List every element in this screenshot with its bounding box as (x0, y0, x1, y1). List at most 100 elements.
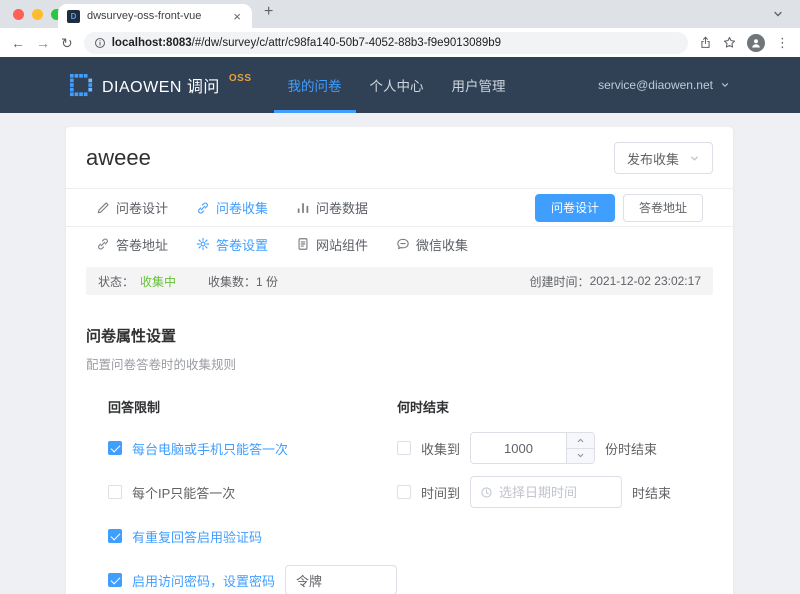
tab-title: dwsurvey-oss-front-vue (87, 10, 231, 22)
access-password-input[interactable] (285, 565, 397, 594)
chart-icon (296, 201, 310, 215)
end-time-value-input[interactable] (499, 485, 612, 500)
limit-row-ip-once: 每个IP只能答一次 (108, 476, 397, 508)
access-password-label[interactable]: 启用访问密码，设置密码 (132, 571, 275, 590)
back-icon[interactable]: ← (11, 36, 25, 50)
app-header: DIAOWEN 调问 OSS 我的问卷 个人中心 用户管理 service@di… (0, 57, 800, 113)
spinner-up-icon[interactable] (567, 433, 594, 449)
spinner-down-icon[interactable] (567, 449, 594, 464)
end-by-time-checkbox[interactable] (397, 485, 411, 499)
document-icon (296, 237, 310, 251)
gear-icon (196, 237, 210, 251)
brand[interactable]: DIAOWEN 调问 OSS (70, 73, 252, 97)
window-controls (13, 9, 62, 20)
end-time-suffix: 时结束 (632, 483, 671, 502)
ip-once-checkbox[interactable] (108, 485, 122, 499)
url-text: localhost:8083/#/dw/survey/c/attr/c98fa1… (112, 37, 501, 49)
browser-toolbar: ← → ↻ localhost:8083/#/dw/survey/c/attr/… (0, 28, 800, 57)
device-once-checkbox[interactable] (108, 441, 122, 455)
attr-section-subtitle: 配置问卷答卷时的收集规则 (86, 354, 713, 373)
share-icon[interactable] (699, 36, 712, 49)
tab-label: 问卷收集 (216, 198, 268, 217)
oss-badge: OSS (229, 73, 252, 84)
design-button[interactable]: 问卷设计 (535, 194, 615, 222)
attr-section-title: 问卷属性设置 (86, 325, 713, 346)
attr-section-header: 问卷属性设置 配置问卷答卷时的收集规则 (66, 295, 733, 373)
tab-label: 微信收集 (416, 235, 468, 254)
bookmark-star-icon[interactable] (723, 36, 736, 49)
access-password-checkbox[interactable] (108, 573, 122, 587)
clock-icon (480, 486, 493, 499)
tab-wechat-collect[interactable]: 微信收集 (396, 235, 468, 254)
tab-answer-url[interactable]: 答卷地址 (96, 235, 168, 254)
tab-search-chevron-icon[interactable] (772, 7, 784, 25)
tab-label: 问卷设计 (116, 198, 168, 217)
url-host: localhost:8083 (112, 37, 192, 49)
close-window-button[interactable] (13, 9, 24, 20)
site-favicon: D (67, 10, 80, 23)
answer-limit-column: 回答限制 每台电脑或手机只能答一次 每个IP只能答一次 有重复回答启用验证码 (108, 397, 397, 594)
ip-once-label[interactable]: 每个IP只能答一次 (132, 483, 235, 502)
end-rules-column: 何时结束 收集到 (397, 397, 733, 594)
tab-label: 问卷数据 (316, 198, 368, 217)
profile-avatar[interactable] (747, 34, 765, 52)
screen: D dwsurvey-oss-front-vue × + ← → ↻ local… (0, 0, 800, 594)
end-row-count: 收集到 份时结束 (397, 432, 733, 464)
number-spinner (566, 433, 594, 463)
tab-answer-settings[interactable]: 答卷设置 (196, 235, 268, 254)
device-once-label[interactable]: 每台电脑或手机只能答一次 (132, 439, 288, 458)
tab-site-widget[interactable]: 网站组件 (296, 235, 368, 254)
collect-count-value: 1 份 (256, 273, 278, 290)
end-row-time: 时间到 时结束 (397, 476, 733, 508)
browser-menu-icon[interactable]: ⋮ (776, 35, 789, 51)
address-bar[interactable]: localhost:8083/#/dw/survey/c/attr/c98fa1… (84, 32, 688, 54)
end-time-datetime-picker[interactable] (470, 476, 622, 508)
end-by-count-label[interactable]: 收集到 (421, 439, 460, 458)
limit-row-device-once: 每台电脑或手机只能答一次 (108, 432, 397, 464)
limit-row-captcha: 有重复回答启用验证码 (108, 520, 397, 552)
end-by-count-checkbox[interactable] (397, 441, 411, 455)
survey-card: aweee 发布收集 问卷设计 (66, 127, 733, 594)
captcha-checkbox[interactable] (108, 529, 122, 543)
browser-tab[interactable]: D dwsurvey-oss-front-vue × (58, 4, 252, 28)
limit-row-password: 启用访问密码，设置密码 (108, 564, 397, 594)
chat-icon (396, 237, 410, 251)
tab-label: 答卷地址 (116, 235, 168, 254)
captcha-label[interactable]: 有重复回答启用验证码 (132, 527, 262, 546)
link-icon (196, 201, 210, 215)
end-count-suffix: 份时结束 (605, 439, 657, 458)
created-time-label: 创建时间： (530, 273, 590, 290)
reload-icon[interactable]: ↻ (61, 36, 73, 50)
status-label: 状态： (98, 273, 134, 290)
tab-survey-data[interactable]: 问卷数据 (296, 198, 368, 217)
nav-item-user-management[interactable]: 用户管理 (438, 57, 520, 113)
tab-strip: D dwsurvey-oss-front-vue × + (0, 0, 800, 28)
answer-limit-heading: 回答限制 (108, 397, 397, 416)
end-rules-heading: 何时结束 (397, 397, 733, 416)
tab-survey-design[interactable]: 问卷设计 (96, 198, 168, 217)
tab-actions: 问卷设计 答卷地址 (535, 194, 703, 222)
new-tab-button[interactable]: + (264, 3, 273, 21)
minimize-window-button[interactable] (32, 9, 43, 20)
attr-form: 回答限制 每台电脑或手机只能答一次 每个IP只能答一次 有重复回答启用验证码 (66, 373, 733, 594)
forward-icon[interactable]: → (36, 36, 50, 50)
publish-collect-label: 发布收集 (627, 149, 679, 168)
brand-name: DIAOWEN 调问 (102, 73, 220, 97)
chevron-down-icon (720, 80, 730, 90)
tab-close-icon[interactable]: × (231, 10, 243, 23)
tab-survey-collect[interactable]: 问卷收集 (196, 198, 268, 217)
answer-url-button[interactable]: 答卷地址 (623, 194, 703, 222)
publish-collect-select[interactable]: 发布收集 (614, 142, 713, 174)
survey-title: aweee (86, 145, 151, 171)
site-info-icon[interactable] (94, 37, 106, 49)
nav-item-my-surveys[interactable]: 我的问卷 (274, 57, 356, 113)
end-count-number-input (470, 432, 595, 464)
collect-count-label: 收集数： (208, 273, 256, 290)
account-menu[interactable]: service@diaowen.net (598, 78, 730, 92)
link-icon (96, 237, 110, 251)
diaowen-logo-icon (70, 74, 93, 97)
secondary-tabs: 答卷地址 答卷设置 网站组件 (66, 227, 733, 261)
url-path: /#/dw/survey/c/attr/c98fa140-50b7-4052-8… (192, 37, 501, 49)
end-by-time-label[interactable]: 时间到 (421, 483, 460, 502)
nav-item-personal-center[interactable]: 个人中心 (356, 57, 438, 113)
